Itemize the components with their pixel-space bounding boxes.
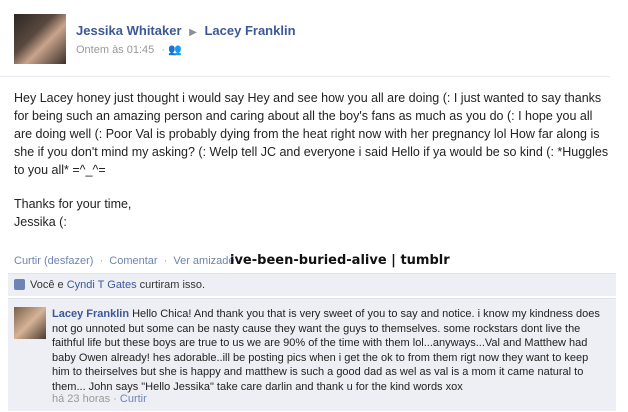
commenter-link[interactable]: Lacey Franklin [52,308,129,320]
post-header: Jessika Whitaker ▶ Lacey Franklin [76,23,296,38]
post-signoff-1: Thanks for your time, [14,197,132,211]
arrow-right-icon: ▶ [189,27,197,38]
comment-time: há 23 horas [52,393,111,405]
comment-text: Lacey Franklin Hello Chica! And thank yo… [52,307,608,394]
post-actions: Curtir (desfazer) · Comentar · Ver amiza… [14,255,235,267]
comment-meta: há 23 horas · Curtir [52,393,147,405]
post-signoff-2: Jessika (: [14,215,67,229]
author-link[interactable]: Jessika Whitaker [76,23,182,38]
comment-link[interactable]: Comentar [109,255,157,267]
post-message: Hey Lacey honey just thought i would say… [14,91,609,177]
separator: · [163,255,168,267]
divider [0,76,610,77]
likes-bar: Você e Cyndi T Gates curtiram isso. [8,273,616,296]
thumbs-up-icon [14,279,25,290]
comment: Lacey Franklin Hello Chica! And thank yo… [8,298,616,411]
friends-icon[interactable]: · 👥 [161,44,181,56]
post-meta: Ontem às 01:45 · 👥 [76,43,182,56]
author-avatar[interactable] [14,14,66,64]
comment-like-link[interactable]: Curtir [120,393,147,405]
commenter-avatar[interactable] [14,307,46,339]
likes-text: Você e Cyndi T Gates curtiram isso. [30,279,206,291]
tumblr-watermark: ive-been-buried-alive | tumblr [230,253,450,268]
see-friendship-link[interactable]: Ver amizade [173,255,234,267]
comment-body: Hello Chica! And thank you that is very … [52,308,600,393]
like-undo-link[interactable]: Curtir (desfazer) [14,255,93,267]
post-body: Hey Lacey honey just thought i would say… [14,89,612,231]
target-link[interactable]: Lacey Franklin [204,23,295,38]
post-timestamp[interactable]: Ontem às 01:45 [76,44,154,56]
liker-link[interactable]: Cyndi T Gates [67,279,137,291]
wall-post: Jessika Whitaker ▶ Lacey Franklin Ontem … [0,0,628,412]
separator: · [99,255,104,267]
